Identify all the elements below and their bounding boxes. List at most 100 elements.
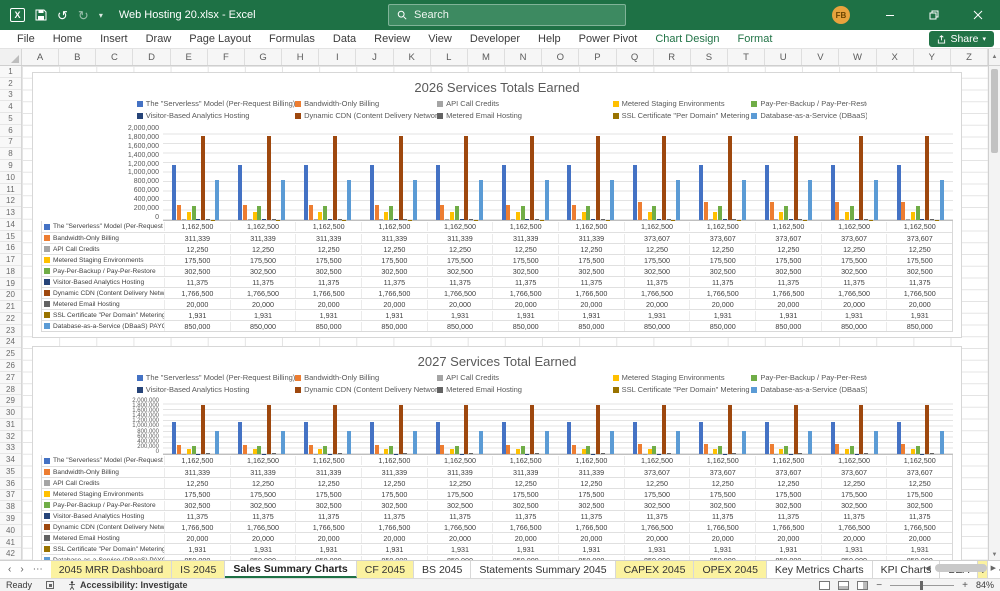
bar[interactable] — [769, 202, 774, 220]
column-header-I[interactable]: I — [319, 49, 357, 65]
minimize-button[interactable] — [868, 0, 912, 30]
sheet-grid[interactable]: 2026 Services Totals Earned The "Serverle… — [22, 66, 988, 560]
bar[interactable] — [369, 164, 374, 220]
row-header-31[interactable]: 31 — [0, 419, 21, 431]
row-header-7[interactable]: 7 — [0, 137, 21, 149]
bar[interactable] — [511, 219, 516, 220]
bar[interactable] — [835, 202, 840, 220]
bar[interactable] — [238, 422, 243, 454]
bar[interactable] — [864, 453, 869, 454]
bar[interactable] — [567, 164, 572, 220]
bar[interactable] — [769, 443, 774, 454]
bar[interactable] — [520, 205, 525, 220]
bar[interactable] — [807, 430, 812, 454]
bar[interactable] — [925, 405, 930, 454]
legend-item[interactable]: Database-as-a-Service (DBaaS) PAYG — [751, 385, 867, 394]
legend-item[interactable]: The "Serverless" Model (Per-Request Bill… — [136, 99, 295, 108]
bar[interactable] — [906, 219, 911, 220]
legend-item[interactable]: Pay-Per-Backup / Pay-Per-Restore — [751, 99, 867, 108]
row-header-21[interactable]: 21 — [0, 301, 21, 314]
bar[interactable] — [652, 445, 657, 454]
column-header-D[interactable]: D — [133, 49, 171, 65]
scroll-right-icon[interactable]: ▶ — [991, 564, 996, 572]
bar[interactable] — [901, 443, 906, 454]
bar[interactable] — [929, 219, 934, 220]
bar[interactable] — [703, 443, 708, 454]
column-header-X[interactable]: X — [877, 49, 914, 65]
column-header-R[interactable]: R — [654, 49, 691, 65]
bar[interactable] — [713, 449, 718, 454]
column-header-H[interactable]: H — [282, 49, 320, 65]
row-header-17[interactable]: 17 — [0, 254, 21, 267]
row-header-13[interactable]: 13 — [0, 207, 21, 219]
bar[interactable] — [379, 219, 384, 220]
column-header-J[interactable]: J — [356, 49, 394, 65]
ribbon-tab-file[interactable]: File — [8, 31, 44, 47]
bar[interactable] — [647, 211, 652, 220]
normal-view-button[interactable] — [819, 580, 831, 590]
bar[interactable] — [676, 430, 681, 454]
bar[interactable] — [939, 430, 944, 454]
bar[interactable] — [920, 219, 925, 220]
bar[interactable] — [243, 445, 247, 454]
bar[interactable] — [732, 453, 737, 454]
bar[interactable] — [600, 219, 605, 220]
bar[interactable] — [896, 422, 901, 454]
bar[interactable] — [501, 422, 506, 454]
bar[interactable] — [535, 219, 539, 220]
bar[interactable] — [807, 179, 812, 220]
sheet-tab-statements-summary-2045[interactable]: Statements Summary 2045 — [471, 561, 616, 578]
select-all-corner[interactable] — [0, 49, 22, 65]
bar[interactable] — [774, 219, 779, 220]
bar[interactable] — [252, 211, 257, 220]
bar[interactable] — [708, 219, 713, 220]
row-header-1[interactable]: 1 — [0, 66, 21, 78]
bar[interactable] — [915, 445, 920, 454]
row-header-2[interactable]: 2 — [0, 78, 21, 90]
bar[interactable] — [374, 205, 379, 220]
row-header-16[interactable]: 16 — [0, 242, 21, 255]
bar[interactable] — [610, 430, 615, 454]
horizontal-scrollbar[interactable]: ◀ ▶ — [925, 564, 996, 572]
column-header-Z[interactable]: Z — [951, 49, 989, 65]
bar[interactable] — [727, 405, 732, 454]
legend-item[interactable]: Visitor-Based Analytics Hosting — [136, 385, 295, 394]
row-header-3[interactable]: 3 — [0, 90, 21, 102]
bar[interactable] — [337, 453, 342, 454]
bar[interactable] — [252, 449, 257, 454]
row-header-18[interactable]: 18 — [0, 266, 21, 278]
bar[interactable] — [389, 445, 393, 454]
bar[interactable] — [939, 179, 944, 220]
bar[interactable] — [469, 453, 474, 454]
bar[interactable] — [450, 211, 455, 220]
bar[interactable] — [637, 443, 642, 454]
bar[interactable] — [925, 136, 930, 220]
bar[interactable] — [873, 179, 878, 220]
bar[interactable] — [520, 445, 525, 454]
legend-item[interactable]: Database-as-a-Service (DBaaS) PAYG — [751, 111, 867, 120]
bar[interactable] — [835, 443, 840, 454]
sheet-tab-sales-summary-charts[interactable]: Sales Summary Charts — [225, 561, 357, 578]
bar[interactable] — [718, 205, 723, 220]
ribbon-tab-developer[interactable]: Developer — [461, 31, 529, 47]
bar[interactable] — [332, 136, 337, 220]
bar[interactable] — [910, 449, 915, 454]
bar[interactable] — [661, 136, 666, 220]
ribbon-tab-format[interactable]: Format — [729, 31, 782, 47]
bar[interactable] — [901, 202, 906, 220]
bar[interactable] — [262, 219, 267, 220]
row-header-10[interactable]: 10 — [0, 172, 21, 184]
legend-item[interactable]: API Call Credits — [437, 99, 612, 108]
bar[interactable] — [793, 136, 798, 220]
bar[interactable] — [764, 422, 769, 454]
bar[interactable] — [313, 219, 318, 220]
bar[interactable] — [637, 202, 642, 220]
row-header-15[interactable]: 15 — [0, 231, 21, 243]
legend-item[interactable]: SSL Certificate "Per Domain" Metering — [612, 385, 752, 394]
bar[interactable] — [215, 179, 220, 220]
column-header-T[interactable]: T — [728, 49, 766, 65]
row-header-6[interactable]: 6 — [0, 125, 21, 137]
bar[interactable] — [572, 445, 577, 454]
row-header-14[interactable]: 14 — [0, 219, 21, 231]
row-header-38[interactable]: 38 — [0, 501, 21, 514]
